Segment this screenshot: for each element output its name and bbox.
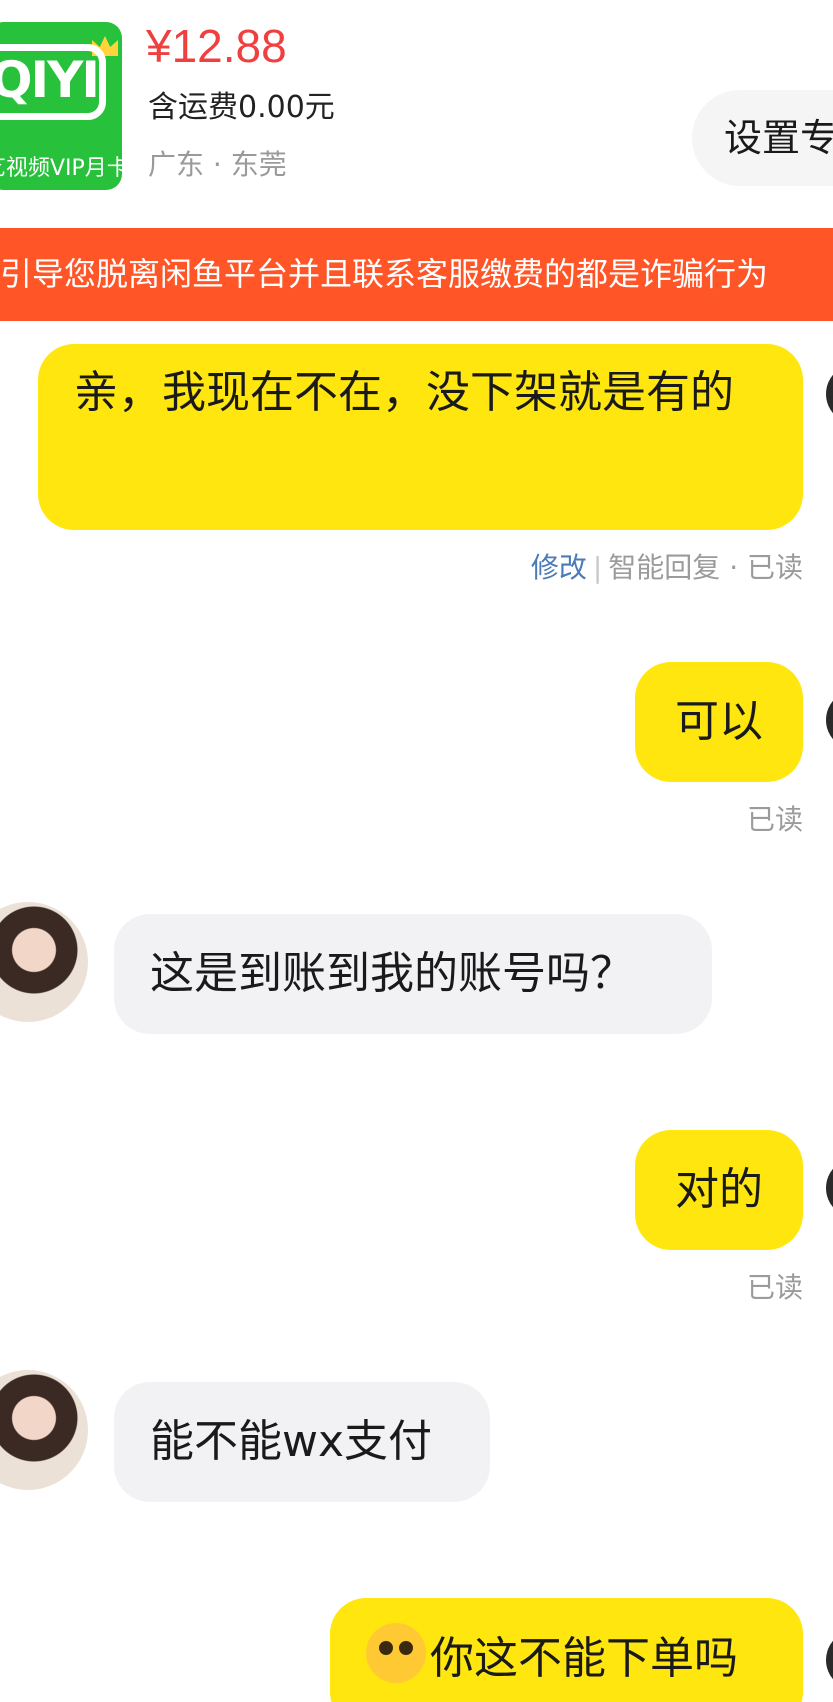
product-header[interactable]: QIYI 艺视频VIP月卡 ¥12.88 含运费0.00元 广东 · 东莞 设置…	[0, 0, 833, 228]
message-text: 能不能wx支付	[150, 1416, 433, 1467]
my-avatar[interactable]	[826, 690, 833, 750]
seller-location: 广东 · 东莞	[148, 148, 287, 181]
message-text: 这是到账到我的账号吗？	[150, 948, 634, 999]
chat-screen: QIYI 艺视频VIP月卡 ¥12.88 含运费0.00元 广东 · 东莞 设置…	[0, 0, 833, 1702]
product-thumbnail[interactable]: QIYI 艺视频VIP月卡	[0, 22, 122, 190]
message-bubble-outgoing[interactable]: 可以	[635, 662, 803, 782]
my-avatar[interactable]	[826, 1630, 833, 1690]
message-bubble-outgoing[interactable]: 对的	[635, 1130, 803, 1250]
read-status: 已读	[746, 1271, 803, 1304]
message-bubble-outgoing[interactable]: 你这不能下单吗	[330, 1598, 803, 1702]
iqiyi-logo: QIYI	[0, 44, 106, 120]
my-avatar[interactable]	[826, 364, 833, 424]
message-text: 对的	[675, 1164, 763, 1215]
read-status: 智能回复 · 已读	[608, 551, 803, 584]
edit-link[interactable]: 修改	[531, 551, 587, 584]
astonished-face-icon	[366, 1623, 426, 1683]
message-bubble-incoming[interactable]: 这是到账到我的账号吗？	[114, 914, 712, 1034]
message-bubble-incoming[interactable]: 能不能wx支付	[114, 1382, 490, 1502]
contact-avatar[interactable]	[0, 902, 88, 1022]
fraud-warning-banner[interactable]: 引导您脱离闲鱼平台并且联系客服缴费的都是诈骗行为	[0, 228, 833, 321]
product-price: ¥12.88	[146, 20, 287, 72]
message-text: 你这不能下单吗	[430, 1633, 738, 1684]
message-text: 可以	[675, 696, 763, 747]
thumbnail-caption: 艺视频VIP月卡	[0, 156, 122, 181]
contact-avatar[interactable]	[0, 1370, 88, 1490]
message-bubble-outgoing[interactable]: 亲，我现在不在，没下架就是有的	[38, 344, 803, 530]
read-status: 已读	[746, 803, 803, 836]
message-meta: 修改 | 智能回复 · 已读	[531, 546, 803, 586]
message-text: 亲，我现在不在，没下架就是有的	[74, 367, 734, 418]
meta-divider: |	[592, 551, 603, 584]
shipping-fee: 含运费0.00元	[148, 90, 335, 125]
my-avatar[interactable]	[826, 1158, 833, 1218]
settings-button[interactable]: 设置专	[692, 90, 833, 186]
